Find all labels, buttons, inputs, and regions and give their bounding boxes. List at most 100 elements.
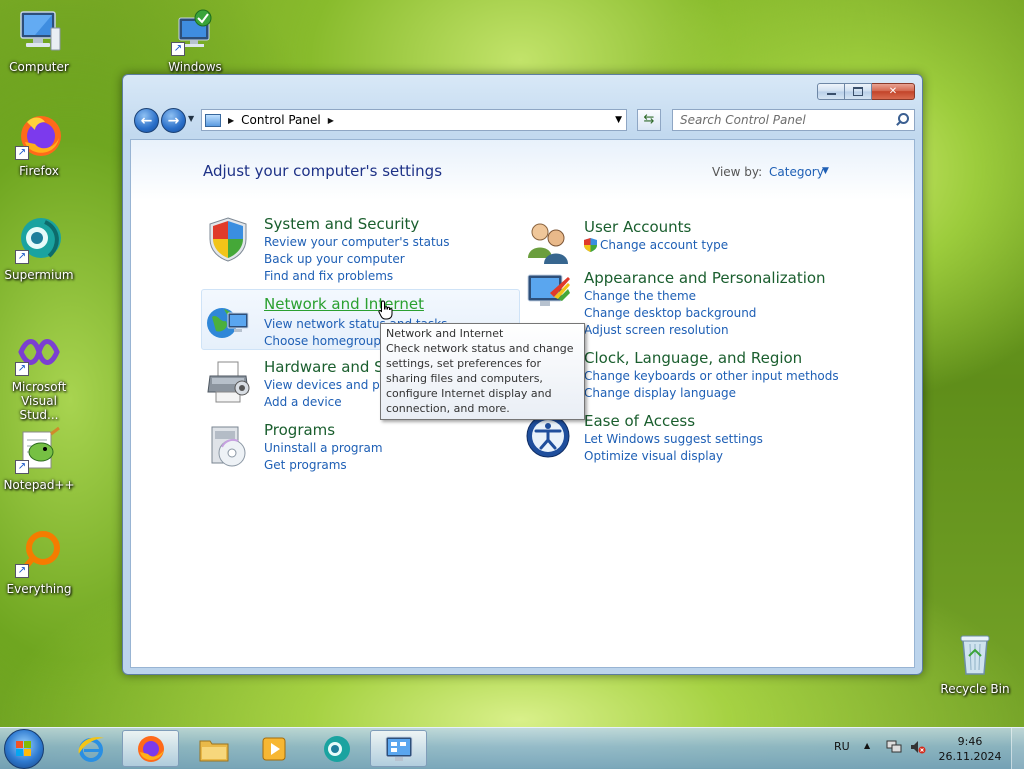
link-review-status[interactable]: Review your computer's status bbox=[264, 235, 450, 249]
tooltip-body: Check network status and change settings… bbox=[386, 342, 574, 415]
computer-icon bbox=[15, 8, 63, 56]
refresh-button[interactable]: ⇆ bbox=[637, 109, 661, 131]
maximize-button[interactable] bbox=[845, 83, 872, 100]
taskbar-supermium[interactable] bbox=[308, 730, 365, 767]
breadcrumb-control-panel[interactable]: Control Panel bbox=[241, 113, 321, 127]
breadcrumb-chevron-icon[interactable]: ▶ bbox=[228, 116, 234, 125]
category-title[interactable]: Clock, Language, and Region bbox=[584, 349, 802, 367]
breadcrumb-chevron-icon[interactable]: ▶ bbox=[328, 116, 334, 125]
close-button[interactable]: ✕ bbox=[872, 83, 915, 100]
forward-arrow-icon: → bbox=[167, 112, 180, 129]
address-bar[interactable]: ▶ Control Panel ▶ ▼ bbox=[201, 109, 627, 131]
control-panel-icon bbox=[205, 113, 221, 127]
back-button[interactable]: ← bbox=[134, 108, 159, 133]
desktop-icon-label: Firefox bbox=[19, 164, 59, 178]
notepadpp-icon: ↗ bbox=[15, 426, 63, 474]
category-title[interactable]: Ease of Access bbox=[584, 412, 695, 430]
link-back-up[interactable]: Back up your computer bbox=[264, 252, 405, 266]
show-hidden-icons-button[interactable]: ▲ bbox=[864, 741, 870, 750]
folder-icon bbox=[199, 740, 228, 761]
desktop-icon-label: Computer bbox=[9, 60, 69, 74]
link-get-programs[interactable]: Get programs bbox=[264, 458, 347, 472]
desktop-icon-recycle-bin[interactable]: Recycle Bin bbox=[936, 630, 1014, 696]
desktop-icon-supermium[interactable]: ↗ Supermium bbox=[0, 216, 78, 282]
firefox-icon bbox=[137, 735, 164, 762]
link-change-display-language[interactable]: Change display language bbox=[584, 386, 736, 400]
category-title[interactable]: Appearance and Personalization bbox=[584, 269, 826, 287]
network-tray-icon[interactable] bbox=[886, 739, 902, 755]
clock-date: 26.11.2024 bbox=[938, 750, 1002, 763]
search-input[interactable] bbox=[673, 112, 894, 128]
desktop-icon-everything[interactable]: ↗ Everything bbox=[0, 530, 78, 596]
desktop-icon-label: Microsoft Visual Stud... bbox=[11, 380, 67, 422]
link-change-account-type[interactable]: Change account type bbox=[600, 238, 728, 252]
tooltip-title: Network and Internet bbox=[386, 327, 504, 340]
view-by-dropdown[interactable]: Category bbox=[769, 165, 824, 179]
shortcut-arrow-icon: ↗ bbox=[171, 42, 185, 56]
view-by-label: View by: bbox=[712, 165, 763, 179]
internet-explorer-icon bbox=[78, 736, 104, 762]
caption-buttons: ✕ bbox=[817, 83, 915, 100]
taskbar-explorer[interactable] bbox=[185, 730, 242, 767]
link-find-fix-problems[interactable]: Find and fix problems bbox=[264, 269, 393, 283]
taskbar-firefox[interactable] bbox=[122, 730, 179, 767]
navigation-bar: ← → ▼ ▶ Control Panel ▶ ▼ ⇆ bbox=[131, 107, 915, 135]
shortcut-arrow-icon: ↗ bbox=[15, 250, 29, 264]
close-icon: ✕ bbox=[888, 86, 898, 97]
forward-button[interactable]: → bbox=[161, 108, 186, 133]
category-title[interactable]: Network and Internet bbox=[264, 295, 424, 313]
start-button[interactable] bbox=[4, 729, 44, 769]
visual-studio-icon: ↗ bbox=[15, 328, 63, 376]
link-optimize-visual-display[interactable]: Optimize visual display bbox=[584, 449, 723, 463]
desktop-icon-windows[interactable]: ↗ Windows bbox=[156, 8, 234, 74]
show-desktop-button[interactable] bbox=[1011, 728, 1024, 769]
link-adjust-resolution[interactable]: Adjust screen resolution bbox=[584, 323, 729, 337]
language-indicator[interactable]: RU bbox=[834, 740, 850, 753]
clock-time: 9:46 bbox=[957, 735, 983, 748]
recent-pages-dropdown[interactable]: ▼ bbox=[188, 114, 194, 123]
desktop-icon-label: Notepad++ bbox=[3, 478, 75, 492]
everything-search-icon: ↗ bbox=[15, 530, 63, 578]
programs-icon bbox=[204, 421, 252, 469]
link-change-theme[interactable]: Change the theme bbox=[584, 289, 696, 303]
minimize-button[interactable] bbox=[817, 83, 845, 100]
shortcut-arrow-icon: ↗ bbox=[15, 564, 29, 578]
search-box[interactable] bbox=[672, 109, 915, 131]
hand-cursor-icon bbox=[378, 300, 394, 320]
desktop-icon-label: Everything bbox=[6, 582, 72, 596]
media-player-icon bbox=[262, 737, 285, 760]
page-title: Adjust your computer's settings bbox=[203, 162, 443, 180]
printer-icon bbox=[204, 358, 252, 406]
users-icon bbox=[524, 218, 572, 266]
desktop-icon-notepadpp[interactable]: ↗ Notepad++ bbox=[0, 426, 78, 492]
shortcut-arrow-icon: ↗ bbox=[15, 362, 29, 376]
volume-muted-icon[interactable] bbox=[910, 739, 926, 755]
link-change-keyboards[interactable]: Change keyboards or other input methods bbox=[584, 369, 839, 383]
address-dropdown-icon[interactable]: ▼ bbox=[615, 115, 622, 125]
category-title[interactable]: Programs bbox=[264, 421, 335, 439]
desktop-icon-computer[interactable]: Computer bbox=[0, 8, 78, 74]
taskbar-media-player[interactable] bbox=[245, 730, 302, 767]
supermium-icon: ↗ bbox=[15, 216, 63, 264]
taskbar-clock[interactable]: 9:46 26.11.2024 bbox=[934, 734, 1006, 764]
shortcut-arrow-icon: ↗ bbox=[15, 146, 29, 160]
desktop-icon-visual-studio[interactable]: ↗ Microsoft Visual Stud... bbox=[0, 328, 78, 422]
desktop-icon-firefox[interactable]: ↗ Firefox bbox=[0, 112, 78, 178]
back-arrow-icon: ← bbox=[140, 112, 153, 129]
taskbar-control-panel[interactable] bbox=[370, 730, 427, 767]
link-windows-suggest-settings[interactable]: Let Windows suggest settings bbox=[584, 432, 763, 446]
link-add-device[interactable]: Add a device bbox=[264, 395, 342, 409]
category-title[interactable]: User Accounts bbox=[584, 218, 691, 236]
link-uninstall-program[interactable]: Uninstall a program bbox=[264, 441, 383, 455]
search-icon[interactable] bbox=[894, 112, 910, 128]
firefox-icon: ↗ bbox=[15, 112, 63, 160]
recycle-bin-icon bbox=[951, 630, 999, 678]
chevron-down-icon[interactable]: ▼ bbox=[822, 166, 829, 176]
desktop-icon-label: Supermium bbox=[4, 268, 74, 282]
network-globe-icon bbox=[204, 299, 252, 347]
link-change-background[interactable]: Change desktop background bbox=[584, 306, 756, 320]
desktop-icon-label: Windows bbox=[168, 60, 222, 74]
taskbar-internet-explorer[interactable] bbox=[62, 730, 119, 767]
minimize-icon bbox=[826, 93, 836, 95]
category-title[interactable]: System and Security bbox=[264, 215, 419, 233]
